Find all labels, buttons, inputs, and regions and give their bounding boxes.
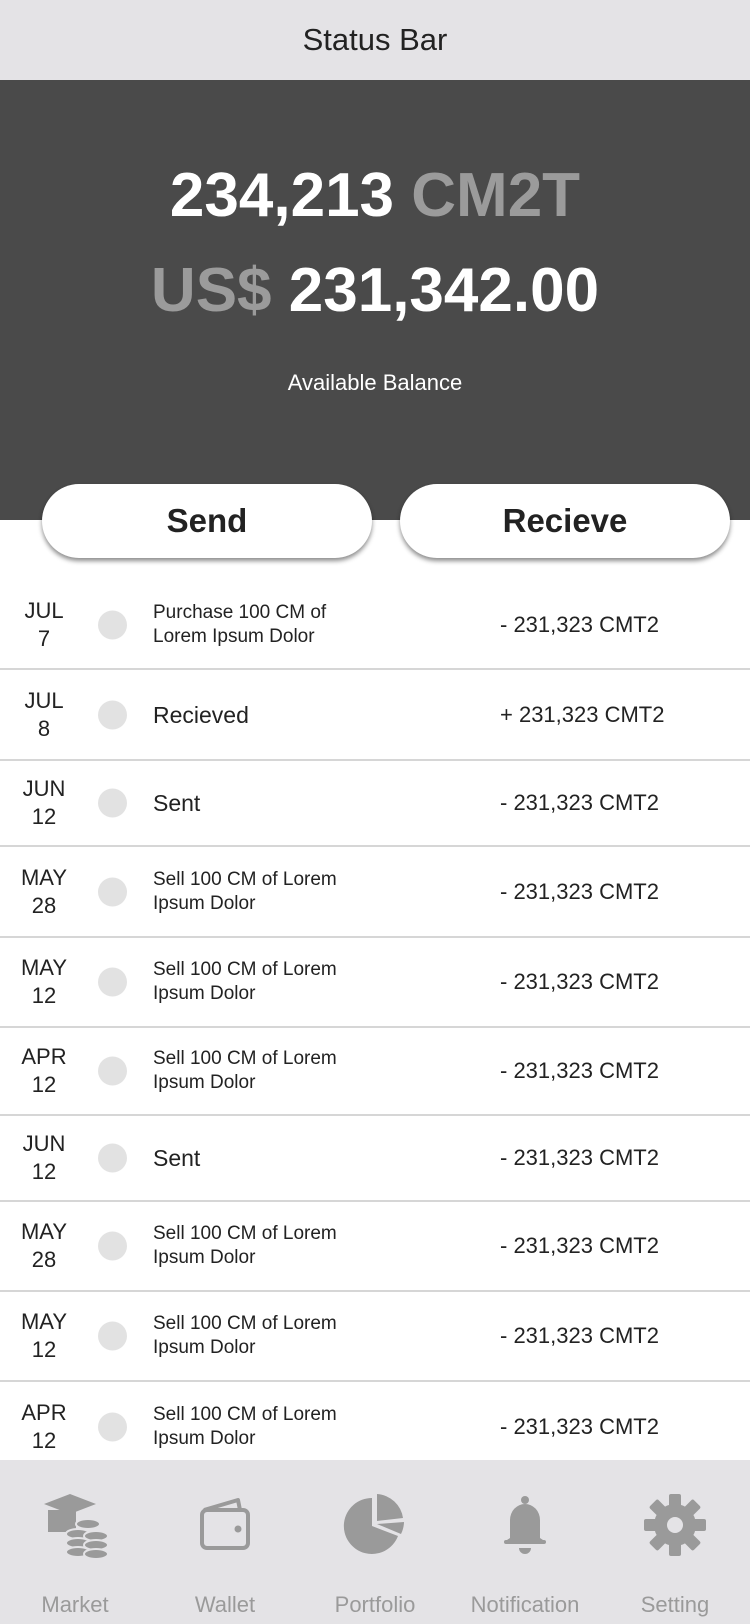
transaction-amount: - 231,323 CMT2 (500, 1145, 659, 1170)
token-symbol: CM2T (411, 161, 581, 230)
transaction-month: APR (21, 1400, 67, 1425)
tab-setting[interactable]: Setting (600, 1460, 750, 1624)
transaction-date: JUN 12 (6, 775, 82, 831)
tab-wallet[interactable]: Wallet (150, 1460, 300, 1624)
wallet-icon (200, 1498, 250, 1550)
transaction-amount: - 231,323 CMT2 (500, 790, 659, 815)
bell-icon (504, 1496, 546, 1554)
fiat-amount: 231,342.00 (288, 256, 600, 325)
transaction-description: Sell 100 CM of Lorem Ipsum Dolor (153, 959, 337, 1004)
status-bar: Status Bar (0, 0, 750, 80)
transaction-row[interactable]: APR 12 Sell 100 CM of Lorem Ipsum Dolor … (0, 1382, 750, 1472)
transaction-day: 12 (31, 1428, 57, 1453)
transaction-status-dot (98, 1412, 127, 1442)
tab-notification[interactable]: Notification (450, 1460, 600, 1624)
transaction-description: Sent (153, 1145, 201, 1171)
gear-icon (644, 1494, 706, 1556)
transaction-amount: - 231,323 CMT2 (500, 878, 659, 904)
transaction-month: JUL (24, 598, 64, 623)
transaction-month: MAY (20, 1219, 68, 1244)
receive-button[interactable]: Recieve (400, 484, 730, 558)
tab-portfolio[interactable]: Portfolio (300, 1460, 450, 1624)
transaction-description: Sell 100 CM of Lorem Ipsum Dolor (153, 1048, 337, 1093)
transaction-date: APR 12 (6, 1399, 82, 1455)
transaction-row[interactable]: JUN 12 Sent - 231,323 CMT2 (0, 761, 750, 847)
transaction-list: JUL 7 Purchase 100 CM of Lorem Ipsum Dol… (0, 582, 750, 1472)
transaction-row[interactable]: JUN 12 Sent - 231,323 CMT2 (0, 1116, 750, 1202)
tab-label: Market (41, 1592, 109, 1617)
transaction-day: 28 (31, 892, 57, 918)
transaction-row[interactable]: MAY 12 Sell 100 CM of Lorem Ipsum Dolor … (0, 1292, 750, 1382)
transaction-date: MAY 12 (6, 1308, 82, 1364)
transaction-description: Sell 100 CM of Lorem Ipsum Dolor (153, 1313, 337, 1358)
balance-panel: 234,213 CM2T US$ 231,342.00 Available Ba… (0, 80, 750, 520)
transaction-month: MAY (20, 1309, 68, 1334)
transaction-amount: - 231,323 CMT2 (500, 969, 659, 994)
transaction-day: 12 (31, 1072, 57, 1097)
transaction-description: Sell 100 CM of Lorem Ipsum Dolor (153, 1404, 337, 1449)
transaction-row[interactable]: JUL 7 Purchase 100 CM of Lorem Ipsum Dol… (0, 582, 750, 670)
transaction-day: 12 (31, 983, 57, 1008)
tab-label: Wallet (194, 1592, 256, 1617)
transaction-month: JUL (24, 687, 64, 713)
transaction-day: 12 (31, 1337, 57, 1362)
transaction-description: Sent (153, 790, 201, 816)
transaction-amount: + 231,323 CMT2 (500, 701, 665, 727)
transaction-description: Sell 100 CM of Lorem Ipsum Dolor (153, 868, 337, 914)
tab-label: Notification (470, 1592, 580, 1617)
transaction-month: JUN (22, 1131, 66, 1156)
transaction-date: MAY 28 (6, 1218, 82, 1274)
market-icon (44, 1494, 109, 1560)
transaction-description: Recieved (153, 701, 249, 728)
portfolio-icon (343, 1494, 404, 1554)
token-balance: 234,213 CM2T (0, 160, 750, 232)
transaction-date: MAY 28 (6, 864, 82, 920)
transaction-month: APR (21, 1044, 67, 1069)
transaction-status-dot (98, 1143, 127, 1173)
transaction-row[interactable]: APR 12 Sell 100 CM of Lorem Ipsum Dolor … (0, 1028, 750, 1116)
tab-label: Portfolio (334, 1592, 416, 1617)
transaction-day: 7 (37, 626, 51, 651)
transaction-amount: - 231,323 CMT2 (500, 612, 659, 637)
tab-bar: Market Wallet Portfolio Notification Set… (0, 1460, 750, 1624)
transaction-row[interactable]: JUL 8 Recieved + 231,323 CMT2 (0, 670, 750, 761)
transaction-status-dot (98, 1321, 127, 1351)
transaction-status-dot (98, 700, 127, 729)
transaction-status-dot (98, 1056, 127, 1086)
transaction-status-dot (98, 788, 127, 818)
transaction-date: APR 12 (6, 1043, 82, 1099)
transaction-status-dot (98, 610, 127, 640)
fiat-prefix: US$ (150, 256, 272, 325)
transaction-amount: - 231,323 CMT2 (500, 1233, 659, 1258)
available-balance-label: Available Balance (287, 370, 463, 395)
transaction-day: 28 (31, 1247, 57, 1272)
token-amount: 234,213 (169, 161, 395, 230)
transaction-date: JUL 8 (6, 687, 82, 743)
transaction-status-dot (98, 967, 127, 997)
transaction-row[interactable]: MAY 28 Sell 100 CM of Lorem Ipsum Dolor … (0, 1202, 750, 1292)
transaction-description: Purchase 100 CM of Lorem Ipsum Dolor (153, 602, 327, 647)
transaction-date: MAY 12 (6, 954, 82, 1010)
transaction-day: 8 (37, 715, 51, 741)
fiat-balance: US$ 231,342.00 (0, 255, 750, 327)
transaction-day: 12 (31, 1159, 57, 1184)
status-bar-title: Status Bar (302, 22, 448, 57)
transaction-month: JUN (22, 776, 66, 801)
transaction-amount: - 231,323 CMT2 (500, 1414, 659, 1439)
transaction-month: MAY (20, 864, 68, 890)
tab-label: Setting (640, 1592, 710, 1617)
transaction-month: MAY (20, 955, 68, 980)
transaction-status-dot (98, 877, 127, 906)
send-button[interactable]: Send (42, 484, 372, 558)
transaction-status-dot (98, 1231, 127, 1261)
transaction-row[interactable]: MAY 12 Sell 100 CM of Lorem Ipsum Dolor … (0, 938, 750, 1028)
transaction-date: JUL 7 (6, 597, 82, 653)
transaction-description: Sell 100 CM of Lorem Ipsum Dolor (153, 1223, 337, 1268)
transaction-date: JUN 12 (6, 1130, 82, 1186)
tab-market[interactable]: Market (0, 1460, 150, 1624)
transaction-amount: - 231,323 CMT2 (500, 1323, 659, 1348)
transaction-day: 12 (31, 804, 57, 829)
transaction-row[interactable]: MAY 28 Sell 100 CM of Lorem Ipsum Dolor … (0, 847, 750, 938)
transaction-amount: - 231,323 CMT2 (500, 1058, 659, 1083)
